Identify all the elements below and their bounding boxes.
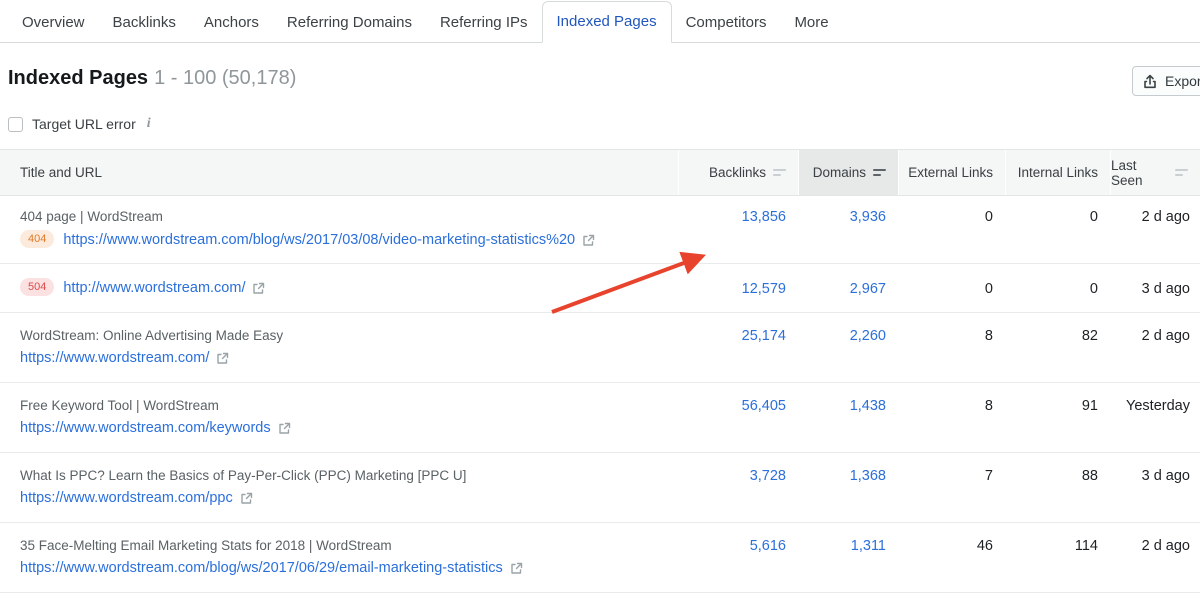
internal-links-value: 114: [1005, 523, 1110, 592]
export-button[interactable]: Export: [1132, 66, 1200, 96]
external-link-icon[interactable]: [278, 422, 291, 435]
col-header-title-url: Title and URL: [0, 150, 678, 195]
internal-links-value: 82: [1005, 313, 1110, 382]
internal-links-value: 0: [1005, 264, 1110, 312]
col-header-backlinks[interactable]: Backlinks: [678, 150, 798, 195]
report-tabbar: Overview Backlinks Anchors Referring Dom…: [0, 0, 1200, 43]
external-link-icon[interactable]: [240, 492, 253, 505]
backlinks-value[interactable]: 13,856: [678, 196, 798, 263]
domains-value[interactable]: 1,438: [798, 383, 898, 452]
external-link-icon[interactable]: [252, 282, 265, 295]
page-title-text: Indexed Pages: [8, 67, 148, 89]
backlinks-value[interactable]: 25,174: [678, 313, 798, 382]
external-link-icon[interactable]: [216, 352, 229, 365]
internal-links-value: 88: [1005, 453, 1110, 522]
last-seen-value: 2 d ago: [1110, 313, 1200, 382]
sort-icon-last-seen: [1175, 169, 1188, 176]
external-link-icon[interactable]: [582, 234, 595, 247]
info-icon[interactable]: i: [147, 116, 151, 132]
col-header-internal-links[interactable]: Internal Links: [1005, 150, 1110, 195]
table-row: WordStream: Online Advertising Made Easy…: [0, 313, 1200, 383]
export-label: Export: [1165, 73, 1200, 89]
page-url-link[interactable]: https://www.wordstream.com/blog/ws/2017/…: [20, 560, 503, 576]
table-row: 404 page | WordStream 404 https://www.wo…: [0, 196, 1200, 264]
tab-anchors[interactable]: Anchors: [190, 3, 273, 42]
table-row: Free Keyword Tool | WordStream https://w…: [0, 383, 1200, 453]
tab-overview[interactable]: Overview: [8, 3, 99, 42]
target-url-error-checkbox[interactable]: [8, 117, 23, 132]
col-header-external-links[interactable]: External Links: [898, 150, 1005, 195]
internal-links-value: 91: [1005, 383, 1110, 452]
tab-more[interactable]: More: [780, 3, 842, 42]
external-link-icon[interactable]: [510, 562, 523, 575]
tab-referring-ips[interactable]: Referring IPs: [426, 3, 542, 42]
domains-value[interactable]: 1,368: [798, 453, 898, 522]
last-seen-value: 2 d ago: [1110, 523, 1200, 592]
result-range: 1 - 100 (50,178): [154, 67, 296, 89]
page-url-link[interactable]: https://www.wordstream.com/: [20, 350, 209, 366]
backlinks-value[interactable]: 12,579: [678, 264, 798, 312]
external-links-value: 46: [898, 523, 1005, 592]
page-title-text: WordStream: Online Advertising Made Easy: [20, 327, 678, 344]
table-header-row: Title and URL Backlinks Domains External…: [0, 149, 1200, 196]
page-url-link[interactable]: http://www.wordstream.com/: [63, 280, 245, 296]
external-links-value: 7: [898, 453, 1005, 522]
backlinks-value[interactable]: 3,728: [678, 453, 798, 522]
page-title-text: What Is PPC? Learn the Basics of Pay-Per…: [20, 467, 678, 484]
export-icon: [1143, 74, 1157, 89]
page-url-link[interactable]: https://www.wordstream.com/keywords: [20, 420, 271, 436]
col-header-domains[interactable]: Domains: [798, 150, 898, 195]
filter-row: Target URL error i: [8, 116, 1200, 132]
target-url-error-label: Target URL error: [32, 116, 136, 132]
page-title-text: 35 Face-Melting Email Marketing Stats fo…: [20, 537, 678, 554]
page-url-link[interactable]: https://www.wordstream.com/blog/ws/2017/…: [63, 232, 575, 248]
table-row: 504 http://www.wordstream.com/ 12,579 2,…: [0, 264, 1200, 313]
last-seen-value: 3 d ago: [1110, 264, 1200, 312]
tab-indexed-pages[interactable]: Indexed Pages: [542, 1, 672, 43]
status-badge-404: 404: [20, 230, 54, 248]
page-title-text: 404 page | WordStream: [20, 208, 678, 225]
indexed-pages-report: Overview Backlinks Anchors Referring Dom…: [0, 0, 1200, 607]
last-seen-value: 2 d ago: [1110, 196, 1200, 263]
domains-value[interactable]: 1,311: [798, 523, 898, 592]
tab-referring-domains[interactable]: Referring Domains: [273, 3, 426, 42]
page-header: Indexed Pages 1 - 100 (50,178): [0, 43, 1200, 90]
backlinks-value[interactable]: 5,616: [678, 523, 798, 592]
status-badge-504: 504: [20, 278, 54, 296]
external-links-value: 8: [898, 313, 1005, 382]
last-seen-value: Yesterday: [1110, 383, 1200, 452]
page-title: Indexed Pages 1 - 100 (50,178): [8, 67, 1200, 90]
last-seen-value: 3 d ago: [1110, 453, 1200, 522]
domains-value[interactable]: 3,936: [798, 196, 898, 263]
table-row: What Is PPC? Learn the Basics of Pay-Per…: [0, 453, 1200, 523]
table-row: 35 Face-Melting Email Marketing Stats fo…: [0, 523, 1200, 593]
page-url-link[interactable]: https://www.wordstream.com/ppc: [20, 490, 233, 506]
domains-value[interactable]: 2,967: [798, 264, 898, 312]
domains-value[interactable]: 2,260: [798, 313, 898, 382]
col-header-last-seen[interactable]: Last Seen: [1110, 150, 1200, 195]
sort-icon-backlinks: [773, 169, 786, 176]
page-title-text: Free Keyword Tool | WordStream: [20, 397, 678, 414]
sort-icon-domains-active: [873, 169, 886, 176]
backlinks-value[interactable]: 56,405: [678, 383, 798, 452]
tab-backlinks[interactable]: Backlinks: [99, 3, 190, 42]
indexed-pages-table: Title and URL Backlinks Domains External…: [0, 149, 1200, 593]
external-links-value: 0: [898, 264, 1005, 312]
external-links-value: 0: [898, 196, 1005, 263]
tab-competitors[interactable]: Competitors: [672, 3, 781, 42]
internal-links-value: 0: [1005, 196, 1110, 263]
external-links-value: 8: [898, 383, 1005, 452]
